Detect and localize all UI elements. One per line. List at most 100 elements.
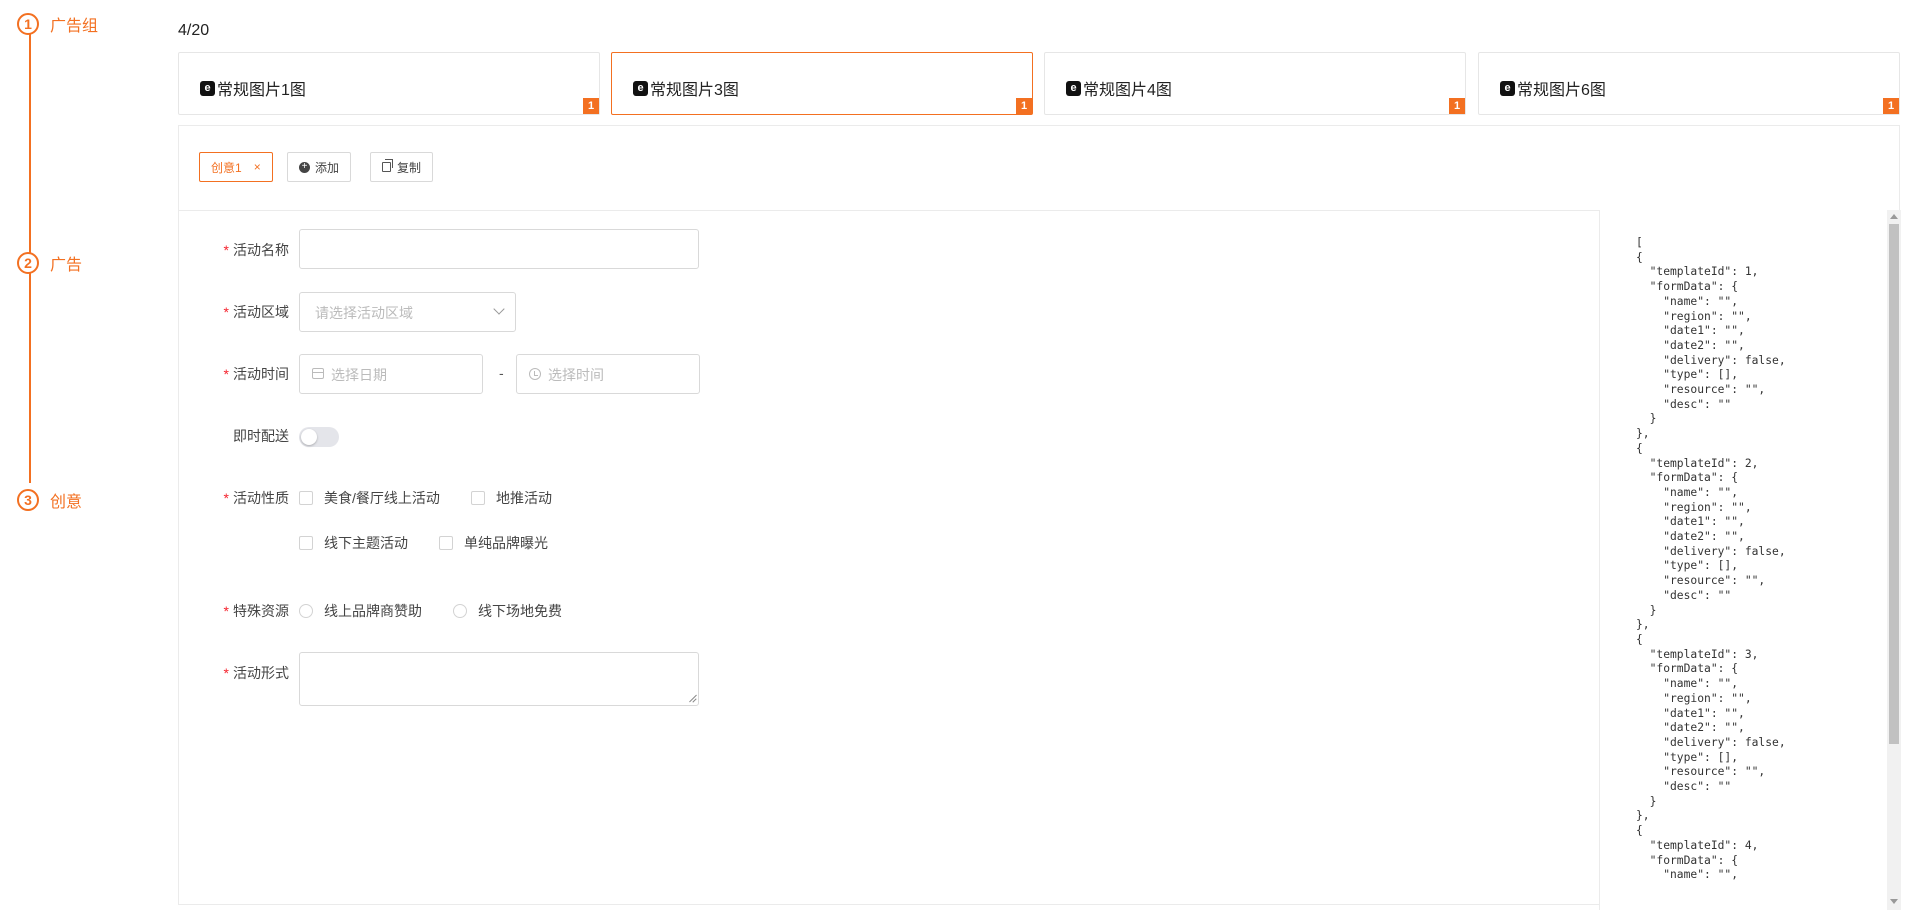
activity-desc-textarea[interactable] <box>299 652 699 706</box>
template-card[interactable]: e 常规图片1图 1 <box>178 52 600 115</box>
template-card-selected[interactable]: e 常规图片3图 1 <box>611 52 1033 115</box>
creative-tab[interactable]: 创意1 × <box>199 152 273 182</box>
copy-icon <box>382 159 393 172</box>
required-mark: * <box>223 490 229 506</box>
checkbox-box[interactable] <box>471 491 485 505</box>
delivery-switch[interactable] <box>299 427 339 447</box>
step-creative[interactable]: 3 创意 <box>17 488 82 512</box>
region-placeholder: 请选择活动区域 <box>315 305 413 321</box>
step-label: 广告组 <box>50 18 99 35</box>
activity-name-input[interactable] <box>299 229 699 269</box>
step-ad-group[interactable]: 1 广告组 <box>17 12 98 36</box>
resource-radio[interactable]: 线上品牌商赞助 <box>299 601 422 621</box>
region-label: * 活动区域 <box>179 302 289 322</box>
required-mark: * <box>223 603 229 619</box>
card-title-row: e 常规图片3图 <box>633 76 739 100</box>
card-title: 常规图片6图 <box>1517 82 1606 99</box>
type-label-text: 活动性质 <box>233 490 289 506</box>
clock-icon <box>529 368 541 380</box>
count-badge: 1 <box>1449 98 1465 114</box>
type-label: * 活动性质 <box>179 488 289 508</box>
card-title: 常规图片3图 <box>650 82 739 99</box>
resize-handle-icon[interactable] <box>688 695 696 703</box>
calendar-icon <box>312 368 324 379</box>
scroll-down-icon[interactable] <box>1890 899 1898 904</box>
card-title-row: e 常规图片1图 <box>200 76 306 100</box>
template-e-icon: e <box>633 80 648 96</box>
time-placeholder: 选择时间 <box>548 367 604 383</box>
checkbox-box[interactable] <box>299 491 313 505</box>
add-label: 添加 <box>315 160 340 175</box>
type-checkbox[interactable]: 线下主题活动 <box>299 533 408 553</box>
type-checkbox[interactable]: 美食/餐厅线上活动 <box>299 488 440 508</box>
card-title-row: e 常规图片6图 <box>1500 76 1606 100</box>
required-mark: * <box>223 304 229 320</box>
step-ad[interactable]: 2 广告 <box>17 251 82 275</box>
chevron-down-icon <box>493 303 505 315</box>
checkbox-label: 线下主题活动 <box>324 535 408 551</box>
creative-panel: 创意1 × + 添加 复制 *活动名称 *活动区域 请选择活动区域 *活动 <box>178 125 1901 910</box>
template-counter: 4/20 <box>178 22 210 39</box>
name-label: * 活动名称 <box>179 240 289 260</box>
plus-circle-icon: + <box>299 161 310 173</box>
step-number: 3 <box>17 489 39 511</box>
required-mark: * <box>223 665 229 681</box>
time-separator: - <box>499 365 504 381</box>
checkbox-label: 地推活动 <box>496 490 552 506</box>
card-title: 常规图片4图 <box>1083 82 1172 99</box>
type-checkbox[interactable]: 地推活动 <box>471 488 552 508</box>
copy-creative-button[interactable]: 复制 <box>370 152 434 182</box>
json-preview-pane: [ { "templateId": 1, "formData": { "name… <box>1599 210 1901 910</box>
add-creative-button[interactable]: + 添加 <box>287 152 352 182</box>
template-e-icon: e <box>200 80 215 96</box>
region-select[interactable]: 请选择活动区域 <box>299 292 516 332</box>
creative-tab-label: 创意1 <box>211 160 242 175</box>
radio-circle[interactable] <box>299 604 313 618</box>
time-label: * 活动时间 <box>179 364 289 384</box>
desc-label: * 活动形式 <box>179 663 289 683</box>
scroll-up-icon[interactable] <box>1890 214 1898 219</box>
step-label: 广告 <box>50 257 83 274</box>
name-label-text: 活动名称 <box>233 242 289 258</box>
delivery-label: 即时配送 <box>179 426 289 446</box>
desc-label-text: 活动形式 <box>233 665 289 681</box>
copy-label: 复制 <box>397 160 422 175</box>
card-title-row: e 常规图片4图 <box>1066 76 1172 100</box>
close-icon[interactable]: × <box>254 160 261 174</box>
checkbox-label: 美食/餐厅线上活动 <box>324 490 440 506</box>
template-cards: e 常规图片1图 1 e 常规图片3图 1 e 常规图片4图 1 e 常规图片6… <box>178 52 1900 115</box>
scrollbar[interactable] <box>1887 210 1901 910</box>
checkbox-label: 单纯品牌曝光 <box>464 535 548 551</box>
time-picker[interactable]: 选择时间 <box>516 354 700 394</box>
resource-label-text: 特殊资源 <box>233 603 289 619</box>
json-preview: [ { "templateId": 1, "formData": { "name… <box>1636 236 1786 882</box>
radio-label: 线上品牌商赞助 <box>324 603 422 619</box>
resource-label: * 特殊资源 <box>179 601 289 621</box>
creative-toolbar: 创意1 × + 添加 复制 <box>179 126 1899 211</box>
scroll-thumb[interactable] <box>1889 224 1899 744</box>
required-mark: * <box>223 242 229 258</box>
checkbox-box[interactable] <box>299 536 313 550</box>
count-badge: 1 <box>1883 98 1899 114</box>
checkbox-box[interactable] <box>439 536 453 550</box>
required-mark: * <box>223 366 229 382</box>
template-e-icon: e <box>1500 80 1515 96</box>
radio-circle[interactable] <box>453 604 467 618</box>
template-card[interactable]: e 常规图片4图 1 <box>1044 52 1466 115</box>
card-title: 常规图片1图 <box>217 82 306 99</box>
template-card[interactable]: e 常规图片6图 1 <box>1478 52 1900 115</box>
region-label-text: 活动区域 <box>233 304 289 320</box>
radio-label: 线下场地免费 <box>478 603 562 619</box>
date-placeholder: 选择日期 <box>331 367 387 383</box>
delivery-label-text: 即时配送 <box>233 428 289 444</box>
resource-radio[interactable]: 线下场地免费 <box>453 601 562 621</box>
type-checkbox[interactable]: 单纯品牌曝光 <box>439 533 548 553</box>
template-e-icon: e <box>1066 80 1081 96</box>
creative-form: * 活动名称 * 活动区域 请选择活动区域 * 活动时间 选择日期 - 选择时间 即时… <box>179 210 1599 910</box>
time-label-text: 活动时间 <box>233 366 289 382</box>
step-label: 创意 <box>50 494 83 511</box>
date-picker[interactable]: 选择日期 <box>299 354 483 394</box>
count-badge: 1 <box>583 98 599 114</box>
step-number: 1 <box>17 13 39 35</box>
step-number: 2 <box>17 252 39 274</box>
